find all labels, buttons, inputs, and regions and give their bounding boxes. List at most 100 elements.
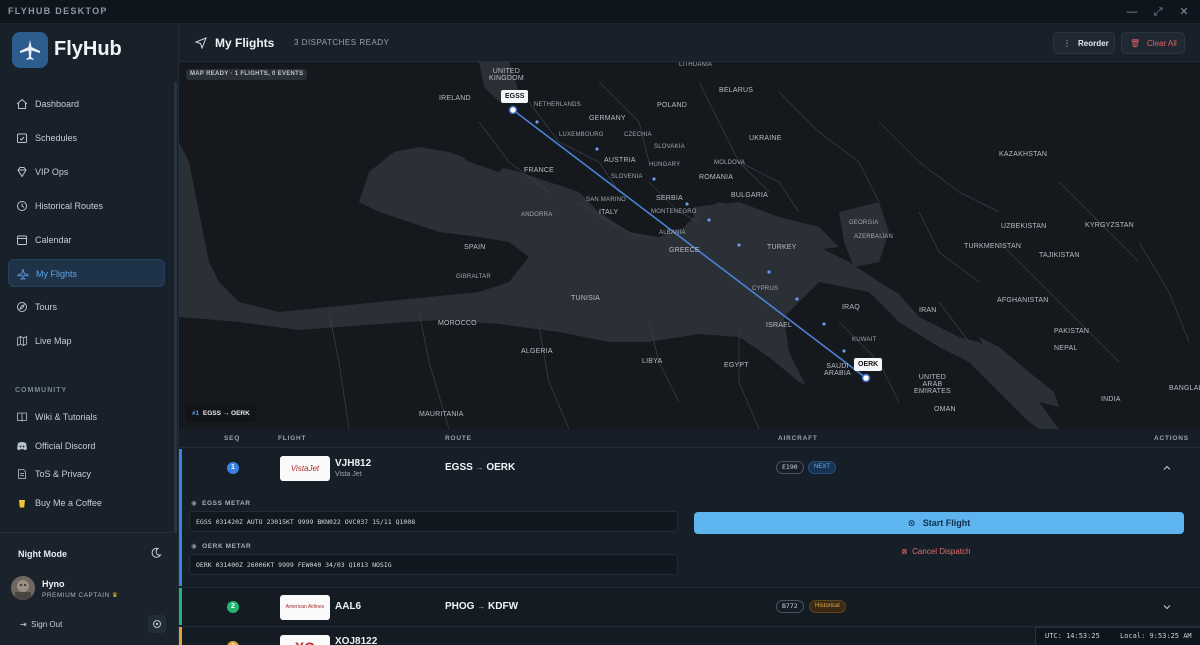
country-label: TURKEY [767,244,797,251]
country-label: GIBRALTAR [456,274,491,280]
country-label: LIBYA [642,358,663,365]
country-label: GERMANY [589,115,626,122]
route-chip[interactable]: #1 EGSS → OERK [186,405,256,422]
flights-table: SEQ FLIGHT ROUTE AIRCRAFT ACTIONS 1 Vist… [179,429,1200,645]
nav-label: Schedules [35,133,78,143]
utc-time: UTC: 14:53:25 [1045,632,1100,640]
nav-label: Buy Me a Coffee [35,498,102,508]
seq-badge: 3 [227,641,239,645]
moon-icon[interactable] [150,547,162,559]
sign-out-button[interactable]: ⇥ Sign Out [20,620,62,629]
sidebar-footer: Night Mode Hyno PREMIUM CAPTAIN ♛ ⇥ Sign… [0,532,178,645]
nav-live-map[interactable]: Live Map [8,327,165,355]
airline-logo: American Airlines [280,595,330,620]
country-label: ISRAEL [766,322,793,329]
reorder-button[interactable]: ⋮ Reorder [1053,32,1115,54]
country-label: CZECHIA [624,132,652,138]
diamond-icon [17,167,27,178]
nav-tours[interactable]: Tours [8,293,165,321]
home-icon [16,98,28,109]
table-row[interactable]: 1 VistaJet VJH812 Vista Jet EGSS → OERK … [179,449,1200,487]
country-label: BANGLADESH [1169,385,1200,392]
chevron-up-icon[interactable] [1162,463,1172,473]
drag-handle-icon: ⋮ [1063,39,1071,48]
sidebar-scrollbar[interactable] [174,82,177,552]
country-label: UNITED ARAB EMIRATES [914,374,951,395]
maximize-icon[interactable]: ⤢ [1146,3,1170,21]
gear-icon [153,620,161,628]
country-label: MOROCCO [438,320,477,327]
chevron-down-icon[interactable] [1162,602,1172,612]
table-row[interactable]: 2 American Airlines AAL6 PHOG → KDFW B77… [179,587,1200,625]
nav-dashboard[interactable]: Dashboard [8,90,165,118]
nav-historical-routes[interactable]: Historical Routes [8,192,165,220]
country-label: SERBIA [656,195,683,202]
country-label: IRELAND [439,95,471,102]
country-label: OMAN [934,406,956,413]
nav-wiki[interactable]: Wiki & Tutorials [8,403,165,431]
start-flight-button[interactable]: ⊙ Start Flight [694,512,1184,534]
country-label: GEORGIA [849,220,879,226]
nav-coffee[interactable]: Buy Me a Coffee [8,489,165,517]
compass-icon [17,302,27,312]
destination-metar: OERK 031400Z 26006KT 9999 FEW040 34/03 Q… [189,554,678,575]
airline-logo: XO [280,635,330,645]
discord-icon [17,442,27,451]
cancel-dispatch-button[interactable]: ⊗ Cancel Dispatch [901,547,970,556]
nav-label: ToS & Privacy [35,469,92,479]
col-route: ROUTE [445,435,472,442]
plane-icon [17,268,29,280]
aircraft-badge: E190 [776,461,804,474]
origin-airport-label[interactable]: EGSS [501,90,529,103]
nav-label: Historical Routes [35,201,104,211]
country-label: KYRGYZSTAN [1085,222,1134,229]
nav-calendar[interactable]: Calendar [8,226,165,254]
flight-map[interactable]: EGSS OERK UNITED KINGDOM IRELAND NETHERLAND… [179,62,1200,429]
nav-label: VIP Ops [35,167,69,177]
night-mode-label: Night Mode [18,549,67,559]
nav-tos[interactable]: ToS & Privacy [8,460,165,488]
title-bar: FLYHUB DESKTOP — ⤢ ✕ [0,0,1200,24]
country-label: KAZAKHSTAN [999,151,1048,158]
col-flight: FLIGHT [278,435,307,442]
local-time: Local: 9:53:25 AM [1120,632,1192,640]
avatar[interactable] [11,576,35,600]
country-label: SLOVENIA [611,174,643,180]
x-circle-icon: ⊗ [901,547,908,556]
nav-label: Dashboard [35,99,80,109]
page-title: My Flights [215,36,275,50]
country-label: IRAN [919,307,937,314]
document-icon [18,469,26,479]
seq-badge: 1 [227,462,239,474]
minimize-icon[interactable]: — [1120,3,1144,21]
table-header: SEQ FLIGHT ROUTE AIRCRAFT ACTIONS [179,429,1200,448]
country-label: MONTENEGRO [651,209,697,215]
country-label: GREECE [669,247,700,254]
destination-airport-label[interactable]: OERK [854,358,883,371]
country-label: HUNGARY [649,162,681,168]
country-label: MAURITANIA [419,411,464,418]
country-label: PAKISTAN [1054,328,1090,335]
nav-vip-ops[interactable]: VIP Ops [8,158,165,186]
flight-number: AAL6 [335,601,362,612]
close-icon[interactable]: ✕ [1172,3,1196,21]
nav-my-flights[interactable]: My Flights [8,259,165,287]
country-label: ANDORRA [521,212,553,218]
nav-schedules[interactable]: Schedules [8,124,165,152]
country-label: TURKMENISTAN [964,243,1022,250]
country-label: BELARUS [719,87,754,94]
settings-button[interactable] [148,615,166,633]
country-label: UKRAINE [749,135,782,142]
seq-badge: 2 [227,601,239,613]
flyhub-logo [12,32,48,68]
nav-label: My Flights [36,269,78,279]
country-label: AZERBAIJAN [854,234,894,240]
nav-discord[interactable]: Official Discord [8,432,165,460]
country-label: FRANCE [524,167,554,174]
historical-badge: Historical [809,600,846,613]
destination-marker [861,373,871,383]
play-icon: ⊙ [907,518,916,528]
clear-all-button[interactable]: 🗑 Clear All [1121,32,1185,54]
country-label: BULGARIA [731,192,768,199]
country-label: EGYPT [724,362,749,369]
